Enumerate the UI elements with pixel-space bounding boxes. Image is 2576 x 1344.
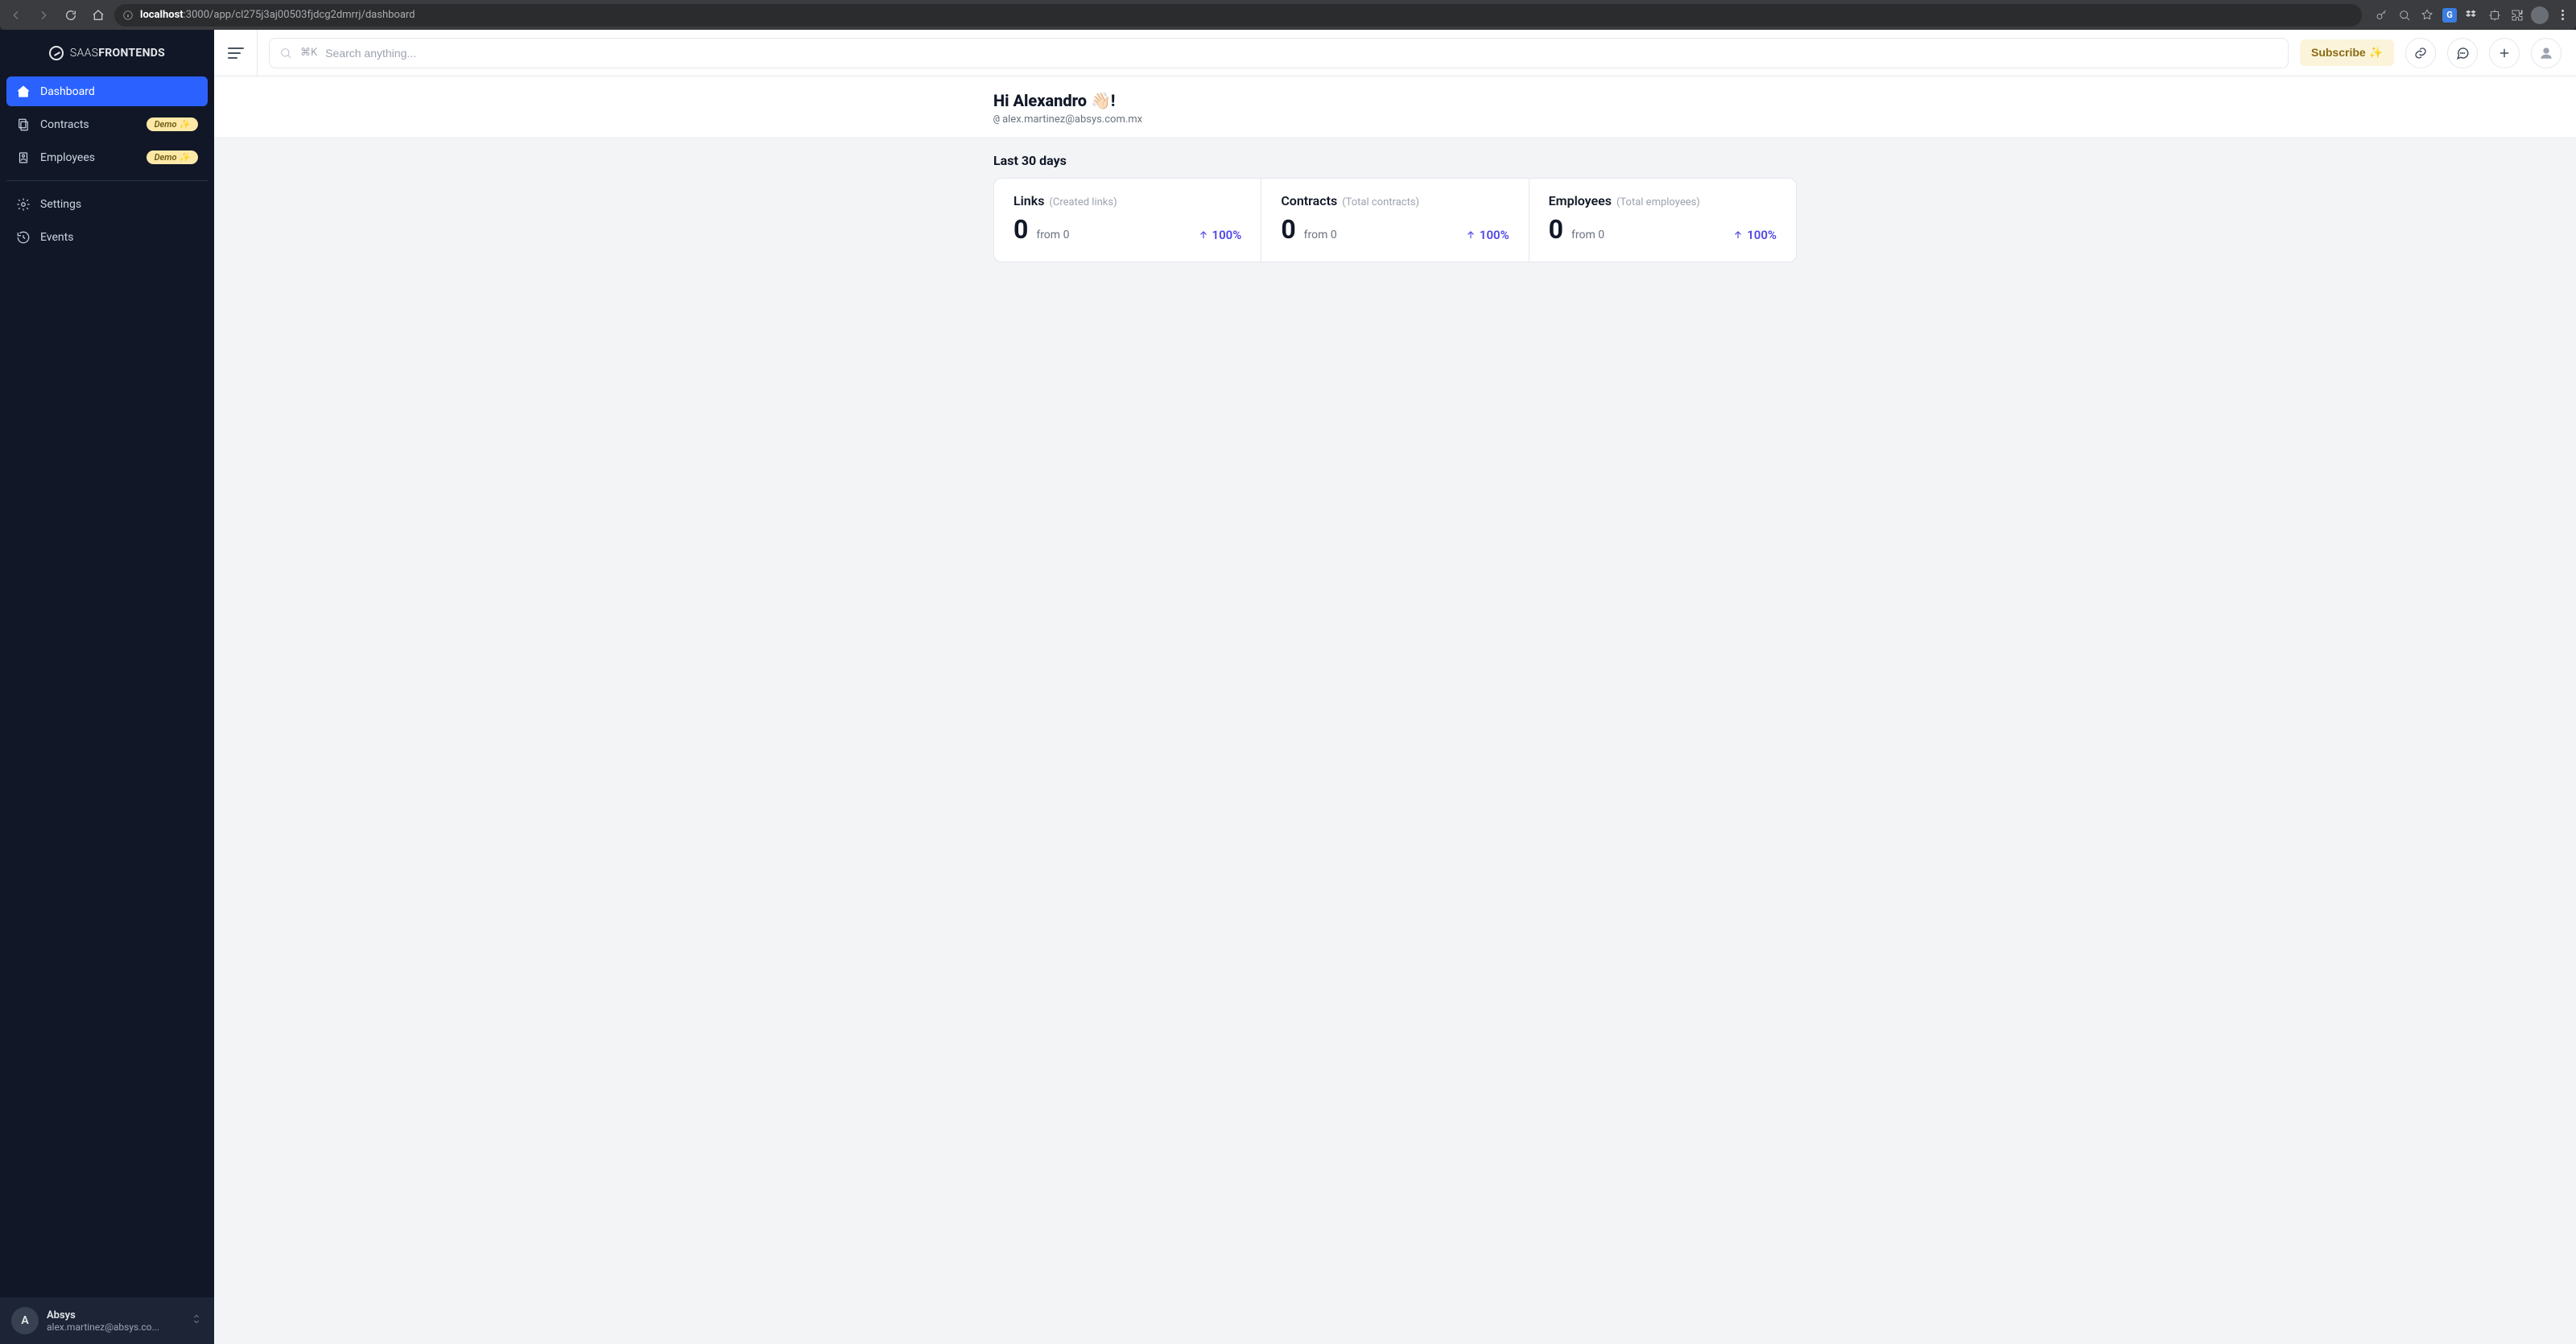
url-bar[interactable]: localhost:3000/app/cl275j3aj00503fjdcg2d…	[114, 4, 2362, 27]
brand-logo[interactable]: SAASFRONTENDS	[0, 30, 214, 76]
stat-title: Links	[1013, 193, 1044, 208]
arrow-up-icon	[1198, 229, 1209, 241]
url-text: localhost:3000/app/cl275j3aj00503fjdcg2d…	[140, 9, 415, 21]
brand-bold: FRONTENDS	[98, 47, 165, 60]
user-icon	[2539, 46, 2553, 60]
stat-value: 0	[1013, 214, 1028, 245]
contracts-icon	[16, 117, 31, 132]
stat-from: from 0	[1036, 229, 1069, 241]
stat-hint: (Total employees)	[1616, 196, 1700, 208]
gear-icon	[16, 197, 31, 212]
global-search[interactable]: ⌘K	[269, 38, 2289, 68]
at-symbol: @	[993, 113, 1000, 126]
account-avatar: A	[11, 1307, 39, 1334]
nav-home-button[interactable]	[87, 4, 109, 27]
history-icon	[16, 230, 31, 245]
zoom-icon[interactable]	[2396, 6, 2413, 24]
brand-mark-icon	[49, 46, 64, 60]
sidebar-item-contracts[interactable]: Contracts Demo ✨	[6, 109, 208, 139]
browser-menu-icon[interactable]	[2553, 6, 2571, 24]
chevron-up-down-icon	[190, 1313, 203, 1329]
home-icon	[16, 85, 31, 99]
stat-hint: (Total contracts)	[1342, 196, 1419, 208]
brand-thin: SAAS	[70, 47, 98, 60]
extensions-puzzle-icon[interactable]	[2508, 6, 2526, 24]
stat-value: 0	[1281, 214, 1295, 245]
translate-extension-icon[interactable]: G	[2441, 6, 2458, 24]
link-icon	[2413, 46, 2428, 60]
employees-icon	[16, 150, 31, 165]
stat-from: from 0	[1571, 229, 1604, 241]
section-title: Last 30 days	[993, 153, 1797, 168]
stat-value: 0	[1549, 214, 1563, 245]
topbar: ⌘K Subscribe ✨	[214, 30, 2576, 76]
search-shortcut: ⌘K	[300, 47, 317, 59]
user-email-line: @ alex.martinez@absys.com.mx	[993, 113, 1797, 126]
chat-icon	[2455, 46, 2470, 60]
account-email: alex.martinez@absys.co...	[47, 1321, 182, 1333]
extension-icon[interactable]	[2486, 6, 2504, 24]
demo-badge: Demo ✨	[147, 117, 198, 131]
demo-badge: Demo ✨	[147, 150, 198, 164]
user-menu-button[interactable]	[2531, 38, 2562, 68]
stat-employees: Employees (Total employees) 0 from 0	[1529, 179, 1796, 262]
sidebar-item-label: Events	[40, 231, 73, 244]
stat-delta: 100%	[1198, 228, 1242, 242]
link-button[interactable]	[2405, 38, 2436, 68]
sidebar-toggle[interactable]	[214, 30, 258, 76]
sidebar-item-label: Contracts	[40, 118, 89, 131]
plus-icon	[2497, 46, 2512, 60]
sidebar: SAASFRONTENDS Dashboard Contracts Demo ✨	[0, 30, 214, 1344]
nav-back-button[interactable]	[5, 4, 27, 27]
search-input[interactable]	[325, 47, 2278, 60]
account-switcher[interactable]: A Absys alex.martinez@absys.co...	[0, 1297, 214, 1344]
nav-forward-button[interactable]	[32, 4, 55, 27]
dropbox-extension-icon[interactable]	[2463, 6, 2481, 24]
subscribe-label: Subscribe ✨	[2311, 46, 2383, 60]
nav-reload-button[interactable]	[60, 4, 82, 27]
primary-nav: Dashboard Contracts Demo ✨ Employees Dem…	[0, 76, 214, 175]
sidebar-item-events[interactable]: Events	[6, 222, 208, 252]
sidebar-divider	[6, 180, 208, 181]
stat-from: from 0	[1304, 229, 1337, 241]
chat-button[interactable]	[2447, 38, 2478, 68]
stat-delta: 100%	[1465, 228, 1509, 242]
bookmark-star-icon[interactable]	[2418, 6, 2436, 24]
stat-contracts: Contracts (Total contracts) 0 from 0	[1261, 179, 1528, 262]
site-info-icon[interactable]	[122, 10, 134, 21]
password-key-icon[interactable]	[2373, 6, 2391, 24]
stat-delta: 100%	[1732, 228, 1777, 242]
browser-chrome: localhost:3000/app/cl275j3aj00503fjdcg2d…	[0, 0, 2576, 30]
hamburger-icon	[228, 47, 244, 59]
profile-avatar[interactable]	[2531, 6, 2549, 24]
arrow-up-icon	[1732, 229, 1744, 241]
subscribe-button[interactable]: Subscribe ✨	[2300, 39, 2394, 66]
sidebar-item-employees[interactable]: Employees Demo ✨	[6, 142, 208, 172]
arrow-up-icon	[1465, 229, 1476, 241]
search-icon	[279, 47, 292, 60]
greeting: Hi Alexandro 👋🏻!	[993, 91, 1797, 110]
stat-title: Contracts	[1281, 193, 1337, 208]
sidebar-item-label: Dashboard	[40, 85, 95, 98]
app-root: SAASFRONTENDS Dashboard Contracts Demo ✨	[0, 30, 2576, 1344]
user-email: alex.martinez@absys.com.mx	[1002, 113, 1142, 126]
content: ⌘K Subscribe ✨ Hi Alexandro 👋🏻!	[214, 30, 2576, 1344]
stat-hint: (Created links)	[1049, 196, 1117, 208]
add-button[interactable]	[2489, 38, 2520, 68]
dashboard: Last 30 days Links (Created links) 0 fro…	[214, 137, 2576, 278]
sidebar-item-dashboard[interactable]: Dashboard	[6, 76, 208, 106]
hero: Hi Alexandro 👋🏻! @ alex.martinez@absys.c…	[214, 76, 2576, 137]
stats-grid: Links (Created links) 0 from 0	[993, 178, 1797, 262]
secondary-nav: Settings Events	[0, 189, 214, 255]
stat-title: Employees	[1549, 193, 1612, 208]
sidebar-item-label: Settings	[40, 198, 81, 211]
stat-links: Links (Created links) 0 from 0	[994, 179, 1261, 262]
sidebar-item-settings[interactable]: Settings	[6, 189, 208, 219]
account-name: Absys	[47, 1309, 182, 1321]
sidebar-item-label: Employees	[40, 151, 95, 164]
